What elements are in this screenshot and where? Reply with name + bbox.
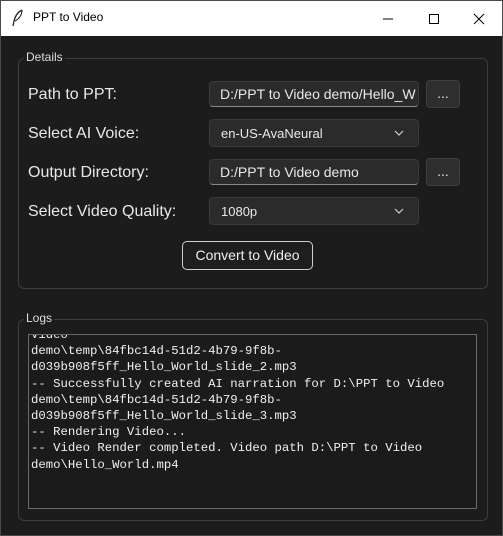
- window-content: Details Path to PPT: D:/PPT to Video dem…: [1, 36, 502, 535]
- feather-icon: [12, 9, 23, 27]
- voice-label: Select AI Voice:: [28, 125, 140, 142]
- logs-textarea[interactable]: Video demo\temp\84fbc14d-51d2-4b79-9f8b-…: [28, 334, 477, 509]
- quality-select[interactable]: 1080p: [209, 197, 419, 225]
- browse-output-button[interactable]: ...: [426, 158, 460, 186]
- quality-selected-value: 1080p: [221, 204, 258, 219]
- voice-select[interactable]: en-US-AvaNeural: [209, 119, 419, 147]
- maximize-button[interactable]: [411, 1, 457, 36]
- logs-text: Video demo\temp\84fbc14d-51d2-4b79-9f8b-…: [31, 334, 445, 472]
- ppt-path-label: Path to PPT:: [28, 86, 117, 103]
- maximize-icon: [429, 13, 439, 24]
- title-bar[interactable]: PPT to Video: [1, 1, 502, 36]
- minimize-icon: [383, 18, 393, 19]
- ppt-path-input[interactable]: D:/PPT to Video demo/Hello_W: [209, 81, 419, 107]
- output-dir-input[interactable]: D:/PPT to Video demo: [209, 159, 419, 185]
- logs-group-label: Logs: [24, 311, 55, 325]
- chevron-down-icon: [394, 208, 404, 214]
- convert-to-video-button[interactable]: Convert to Video: [182, 241, 313, 270]
- close-button[interactable]: [456, 1, 502, 36]
- chevron-down-icon: [394, 130, 404, 136]
- minimize-button[interactable]: [365, 1, 411, 36]
- voice-selected-value: en-US-AvaNeural: [221, 126, 323, 141]
- window-title: PPT to Video: [33, 10, 104, 24]
- details-group-label: Details: [24, 50, 65, 64]
- output-dir-label: Output Directory:: [28, 164, 149, 181]
- close-icon: [473, 13, 485, 24]
- app-window: PPT to Video Details Path to PPT: D:/PPT…: [0, 0, 503, 536]
- quality-label: Select Video Quality:: [28, 203, 177, 220]
- browse-ppt-button[interactable]: ...: [426, 80, 460, 108]
